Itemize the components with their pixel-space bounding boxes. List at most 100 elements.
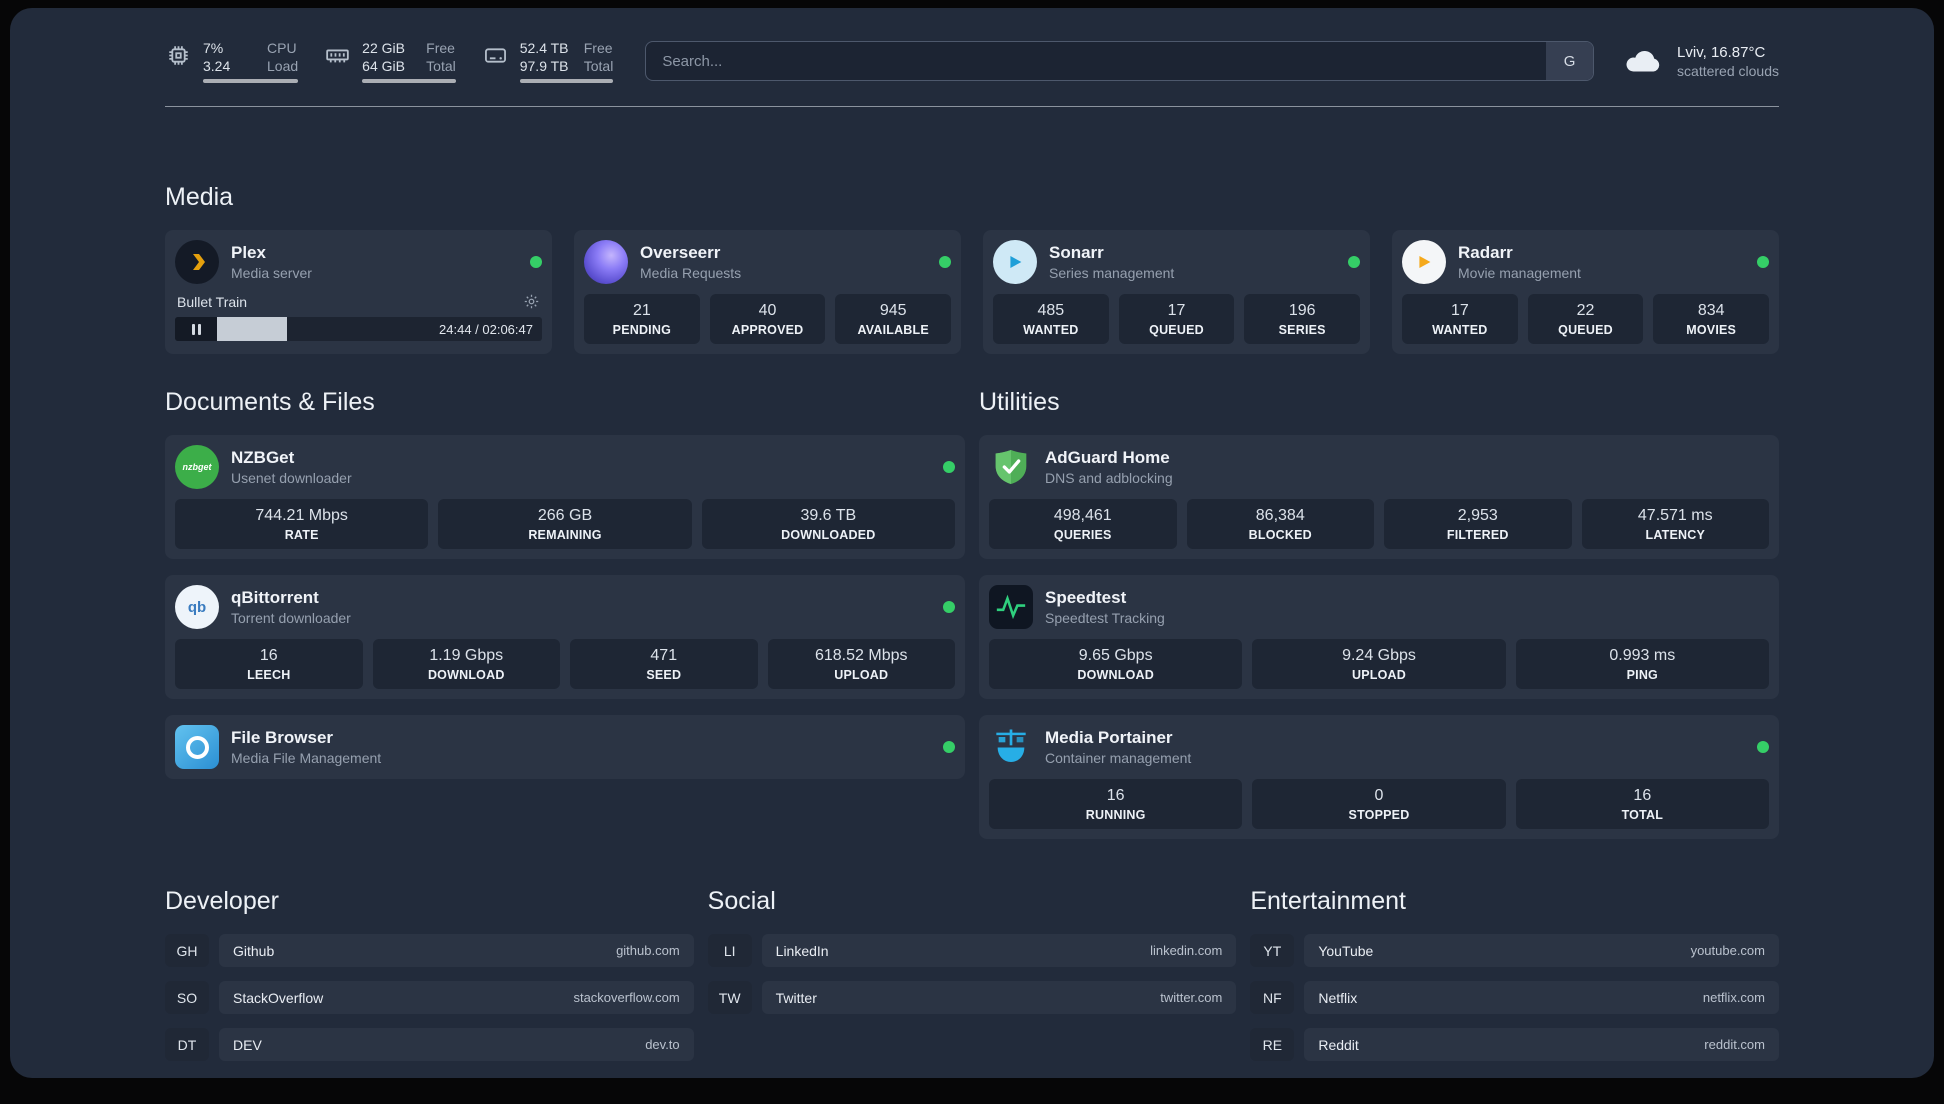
stat-label: MOVIES <box>1686 323 1737 337</box>
section-title-entertainment: Entertainment <box>1250 887 1406 915</box>
bookmark-abbr: SO <box>165 981 209 1014</box>
stat-movies: 834 MOVIES <box>1653 294 1770 344</box>
stat-value: 22 <box>1576 302 1595 319</box>
search-provider-button[interactable]: G <box>1546 42 1594 80</box>
stat-label: QUEUED <box>1558 323 1613 337</box>
adguard-icon <box>989 445 1033 489</box>
section-social: Social LI LinkedIn linkedin.com TW Twitt… <box>707 887 1237 1061</box>
cpu-usage-label: CPU <box>267 40 297 56</box>
ram-free-label: Free <box>426 40 455 56</box>
stat-value: 498,461 <box>1053 507 1112 524</box>
stat-label: SERIES <box>1278 323 1326 337</box>
pause-button[interactable] <box>175 317 217 341</box>
app-name: Sonarr <box>1049 243 1104 262</box>
bookmark-url: linkedin.com <box>1150 943 1223 958</box>
bookmark-dev[interactable]: DT DEV dev.to <box>165 1028 694 1061</box>
stat-latency: 47.571 ms LATENCY <box>1581 499 1769 549</box>
disk-total-label: Total <box>583 58 614 74</box>
topbar-divider <box>165 106 1779 107</box>
status-dot <box>943 741 955 753</box>
stat-label: QUERIES <box>1053 528 1112 542</box>
bookmark-github[interactable]: GH Github github.com <box>165 934 694 967</box>
section-title-developer: Developer <box>165 887 279 915</box>
app-card-radarr[interactable]: Radarr Movie management 17 WANTED 22 QUE… <box>1392 230 1779 354</box>
section-title-utilities: Utilities <box>979 388 1060 416</box>
app-desc: Speedtest Tracking <box>1045 610 1165 626</box>
bookmark-name: Twitter <box>775 989 817 1006</box>
bookmark-youtube[interactable]: YT YouTube youtube.com <box>1250 934 1779 967</box>
cpu-widget: 7% CPU 3.24 Load <box>165 39 299 83</box>
stat-label: WANTED <box>1432 323 1488 337</box>
section-title-social: Social <box>707 887 776 915</box>
status-dot <box>1348 256 1360 268</box>
stat-value: 945 <box>879 302 907 319</box>
app-card-portainer[interactable]: Media Portainer Container management 16 … <box>979 715 1779 839</box>
stat-series: 196 SERIES <box>1244 294 1361 344</box>
stat-leech: 16 LEECH <box>175 639 363 689</box>
playback-progress-bar[interactable]: 24:44 / 02:06:47 <box>175 317 542 341</box>
stat-filtered: 2,953 FILTERED <box>1384 499 1572 549</box>
stat-value: 744.21 Mbps <box>255 507 348 524</box>
stat-remaining: 266 GB REMAINING <box>438 499 692 549</box>
status-dot <box>943 461 955 473</box>
app-card-sonarr[interactable]: Sonarr Series management 485 WANTED 17 Q… <box>983 230 1370 354</box>
app-desc: Torrent downloader <box>231 610 351 626</box>
bookmark-name: Github <box>233 942 275 959</box>
stat-label: DOWNLOAD <box>427 668 505 682</box>
stat-value: 47.571 ms <box>1637 507 1713 524</box>
stat-download: 9.65 Gbps DOWNLOAD <box>989 639 1243 689</box>
search-input[interactable] <box>645 41 1595 81</box>
search-bar: G <box>645 41 1595 81</box>
bookmark-abbr: GH <box>165 934 209 967</box>
app-card-filebrowser[interactable]: File Browser Media File Management <box>165 715 965 779</box>
app-card-overseerr[interactable]: Overseerr Media Requests 21 PENDING 40 A… <box>574 230 961 354</box>
gear-icon[interactable] <box>523 293 540 310</box>
bookmark-name: Reddit <box>1318 1036 1359 1053</box>
cloud-icon <box>1626 50 1660 72</box>
stat-label: LEECH <box>247 668 291 682</box>
stat-queued: 22 QUEUED <box>1527 294 1644 344</box>
memory-widget: 22 GiB Free 64 GiB Total <box>324 39 456 83</box>
section-title-documents: Documents & Files <box>165 388 375 416</box>
app-card-qbittorrent[interactable]: qb qBittorrent Torrent downloader 16 LEE… <box>165 575 965 699</box>
app-card-nzbget[interactable]: nzbget NZBGet Usenet downloader 744.21 M… <box>165 435 965 559</box>
bookmark-linkedin[interactable]: LI LinkedIn linkedin.com <box>707 934 1237 967</box>
bookmark-stackoverflow[interactable]: SO StackOverflow stackoverflow.com <box>165 981 694 1014</box>
app-desc: Container management <box>1045 750 1192 766</box>
app-name: Media Portainer <box>1045 728 1173 747</box>
bookmark-reddit[interactable]: RE Reddit reddit.com <box>1250 1028 1779 1061</box>
nzbget-icon-text: nzbget <box>182 462 212 472</box>
screen-frame: 7% CPU 3.24 Load 22 GiB Free 64 GiB Tota… <box>0 0 1944 1104</box>
stat-value: 266 GB <box>537 507 593 524</box>
section-media: Media Plex Media server Bullet Train 24:… <box>165 183 1779 354</box>
stat-label: AVAILABLE <box>857 323 929 337</box>
qbittorrent-icon: qb <box>175 585 219 629</box>
app-name: qBittorrent <box>231 588 319 607</box>
stat-upload: 9.24 Gbps UPLOAD <box>1252 639 1506 689</box>
progress-fill <box>217 317 287 341</box>
app-card-plex[interactable]: Plex Media server Bullet Train 24:44 / 0… <box>165 230 552 354</box>
bookmark-twitter[interactable]: TW Twitter twitter.com <box>707 981 1237 1014</box>
stat-label: RUNNING <box>1085 808 1146 822</box>
app-desc: Series management <box>1049 265 1175 281</box>
stat-value: 834 <box>1697 302 1725 319</box>
bookmark-name: DEV <box>233 1036 262 1053</box>
bookmark-url: youtube.com <box>1690 943 1765 958</box>
app-card-speedtest[interactable]: Speedtest Speedtest Tracking 9.65 Gbps D… <box>979 575 1779 699</box>
cpu-usage-value: 7% <box>203 40 224 56</box>
speedtest-icon <box>989 585 1033 629</box>
stat-pending: 21 PENDING <box>584 294 700 344</box>
stat-value: 16 <box>1106 787 1125 804</box>
now-playing-title: Bullet Train <box>177 293 248 310</box>
radarr-icon <box>1402 240 1446 284</box>
bookmark-abbr: NF <box>1250 981 1295 1014</box>
cpu-progress-bar <box>203 79 299 83</box>
bookmark-name: Netflix <box>1318 989 1358 1006</box>
stat-value: 17 <box>1450 302 1469 319</box>
bookmark-netflix[interactable]: NF Netflix netflix.com <box>1250 981 1779 1014</box>
bookmark-name: StackOverflow <box>233 989 324 1006</box>
stat-value: 618.52 Mbps <box>814 647 908 664</box>
weather-condition: scattered clouds <box>1677 62 1779 79</box>
disk-free-value: 52.4 TB <box>519 40 569 56</box>
app-card-adguard[interactable]: AdGuard Home DNS and adblocking 498,461 … <box>979 435 1779 559</box>
